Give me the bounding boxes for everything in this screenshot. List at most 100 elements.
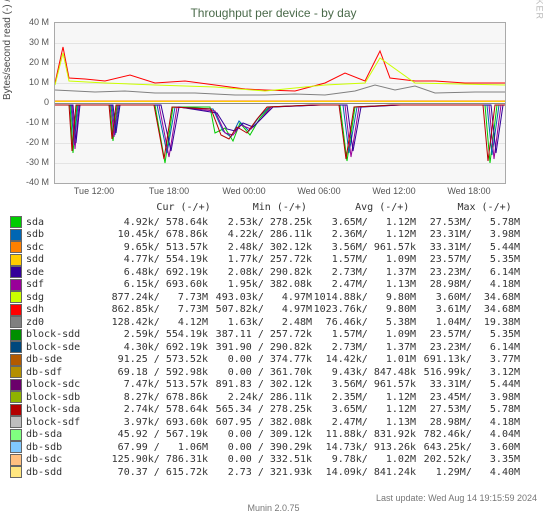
series-avg: 14.09k/ 841.24k — [312, 467, 416, 478]
series-name: block-sdc — [26, 379, 104, 390]
series-min: 891.83 / 302.12k — [208, 379, 312, 390]
series-min: 1.63k/ 2.48M — [208, 317, 312, 328]
legend-row: sda 4.92k/ 578.64k 2.53k/ 278.25k 3.65M/… — [10, 216, 530, 229]
series-name: db-sda — [26, 429, 104, 440]
series-min: 2.53k/ 278.25k — [208, 217, 312, 228]
x-tick: Tue 18:00 — [149, 186, 189, 196]
legend-row: sdg 877.24k/ 7.73M493.03k/ 4.97M1014.88k… — [10, 291, 530, 304]
series-min: 0.00 / 374.77k — [208, 354, 312, 365]
series-max: 23.23M/ 6.14M — [416, 342, 520, 353]
series-cur: 4.77k/ 554.19k — [104, 254, 208, 265]
series-cur: 2.59k/ 554.19k — [104, 329, 208, 340]
color-swatch — [10, 366, 22, 378]
x-tick: Wed 12:00 — [372, 186, 415, 196]
series-name: sde — [26, 267, 104, 278]
series-name: db-sdd — [26, 467, 104, 478]
series-min: 0.00 / 390.29k — [208, 442, 312, 453]
series-max: 643.25k/ 3.60M — [416, 442, 520, 453]
series-avg: 2.73M/ 1.37M — [312, 342, 416, 353]
legend-table: sda 4.92k/ 578.64k 2.53k/ 278.25k 3.65M/… — [10, 216, 530, 479]
color-swatch — [10, 254, 22, 266]
series-min: 607.95 / 382.08k — [208, 417, 312, 428]
series-name: block-sdf — [26, 417, 104, 428]
series-max: 23.57M/ 5.35M — [416, 329, 520, 340]
series-max: 23.57M/ 5.35M — [416, 254, 520, 265]
series-name: sdd — [26, 254, 104, 265]
series-name: sda — [26, 217, 104, 228]
series-avg: 3.65M/ 1.12M — [312, 404, 416, 415]
series-max: 202.52k/ 3.35M — [416, 454, 520, 465]
series-cur: 6.15k/ 693.60k — [104, 279, 208, 290]
series-max: 691.13k/ 3.77M — [416, 354, 520, 365]
series-max: 1.04M/ 19.38M — [416, 317, 520, 328]
color-swatch — [10, 266, 22, 278]
series-cur: 4.92k/ 578.64k — [104, 217, 208, 228]
legend-row: sde 6.48k/ 692.19k 2.08k/ 290.82k 2.73M/… — [10, 266, 530, 279]
series-cur: 9.65k/ 513.57k — [104, 242, 208, 253]
legend-row: db-sda 45.92 / 567.19k 0.00 / 309.12k 11… — [10, 429, 530, 442]
series-avg: 14.42k/ 1.01M — [312, 354, 416, 365]
color-swatch — [10, 354, 22, 366]
legend-row: db-sdb 67.99 / 1.06M 0.00 / 390.29k 14.7… — [10, 441, 530, 454]
legend-row: db-sdd 70.37 / 615.72k 2.73 / 321.93k 14… — [10, 466, 530, 479]
series-min: 1.95k/ 382.08k — [208, 279, 312, 290]
chart-plot-area — [54, 22, 506, 184]
series-min: 2.73 / 321.93k — [208, 467, 312, 478]
series-min: 4.22k/ 286.11k — [208, 229, 312, 240]
series-min: 1.77k/ 257.72k — [208, 254, 312, 265]
series-avg: 3.56M/ 961.57k — [312, 242, 416, 253]
color-swatch — [10, 466, 22, 478]
legend-row: db-sdc 125.90k/ 786.31k 0.00 / 332.51k 9… — [10, 454, 530, 467]
series-max: 23.31M/ 3.98M — [416, 229, 520, 240]
y-tick: 0 — [7, 97, 49, 107]
series-name: sdb — [26, 229, 104, 240]
series-min: 0.00 / 309.12k — [208, 429, 312, 440]
legend-header: Cur (-/+) Min (-/+) Avg (-/+) Max (-/+) — [30, 202, 512, 213]
series-name: sdg — [26, 292, 104, 303]
series-max: 782.46k/ 4.04M — [416, 429, 520, 440]
series-min: 0.00 / 361.70k — [208, 367, 312, 378]
series-max: 33.31M/ 5.44M — [416, 379, 520, 390]
color-swatch — [10, 216, 22, 228]
series-avg: 2.36M/ 1.12M — [312, 229, 416, 240]
series-min: 387.11 / 257.72k — [208, 329, 312, 340]
series-avg: 3.56M/ 961.57k — [312, 379, 416, 390]
series-name: sdf — [26, 279, 104, 290]
y-tick: -20 M — [7, 137, 49, 147]
series-avg: 1023.76k/ 9.80M — [312, 304, 416, 315]
series-name: db-sdc — [26, 454, 104, 465]
legend-row: block-sdd 2.59k/ 554.19k387.11 / 257.72k… — [10, 329, 530, 342]
legend-row: sdd 4.77k/ 554.19k 1.77k/ 257.72k 1.57M/… — [10, 254, 530, 267]
legend-row: zd0 128.42k/ 4.12M 1.63k/ 2.48M 76.46k/ … — [10, 316, 530, 329]
chart-title: Throughput per device - by day — [0, 0, 547, 20]
color-swatch — [10, 229, 22, 241]
legend-row: block-sde 4.30k/ 692.19k391.90 / 290.82k… — [10, 341, 530, 354]
series-min: 391.90 / 290.82k — [208, 342, 312, 353]
legend-row: db-sde 91.25 / 573.52k 0.00 / 374.77k 14… — [10, 354, 530, 367]
series-max: 3.60M/ 34.68M — [416, 292, 520, 303]
series-cur: 2.74k/ 578.64k — [104, 404, 208, 415]
series-cur: 69.18 / 592.98k — [104, 367, 208, 378]
legend-row: sdh 862.85k/ 7.73M507.82k/ 4.97M1023.76k… — [10, 304, 530, 317]
series-avg: 1.57M/ 1.09M — [312, 329, 416, 340]
legend-row: sdb 10.45k/ 678.86k 4.22k/ 286.11k 2.36M… — [10, 229, 530, 242]
legend-row: block-sdf 3.97k/ 693.60k607.95 / 382.08k… — [10, 416, 530, 429]
series-max: 3.61M/ 34.68M — [416, 304, 520, 315]
y-tick: -10 M — [7, 117, 49, 127]
y-tick: -30 M — [7, 157, 49, 167]
series-cur: 70.37 / 615.72k — [104, 467, 208, 478]
series-cur: 3.97k/ 693.60k — [104, 417, 208, 428]
series-min: 2.08k/ 290.82k — [208, 267, 312, 278]
rrdtool-watermark: RRDTOOL / TOBI OETIKER — [535, 0, 545, 20]
series-name: block-sda — [26, 404, 104, 415]
series-avg: 3.65M/ 1.12M — [312, 217, 416, 228]
y-tick: 40 M — [7, 17, 49, 27]
series-max: 27.53M/ 5.78M — [416, 217, 520, 228]
series-name: block-sde — [26, 342, 104, 353]
series-avg: 2.73M/ 1.37M — [312, 267, 416, 278]
x-tick: Wed 06:00 — [297, 186, 340, 196]
color-swatch — [10, 291, 22, 303]
series-max: 23.45M/ 3.98M — [416, 392, 520, 403]
color-swatch — [10, 304, 22, 316]
y-tick: 20 M — [7, 57, 49, 67]
